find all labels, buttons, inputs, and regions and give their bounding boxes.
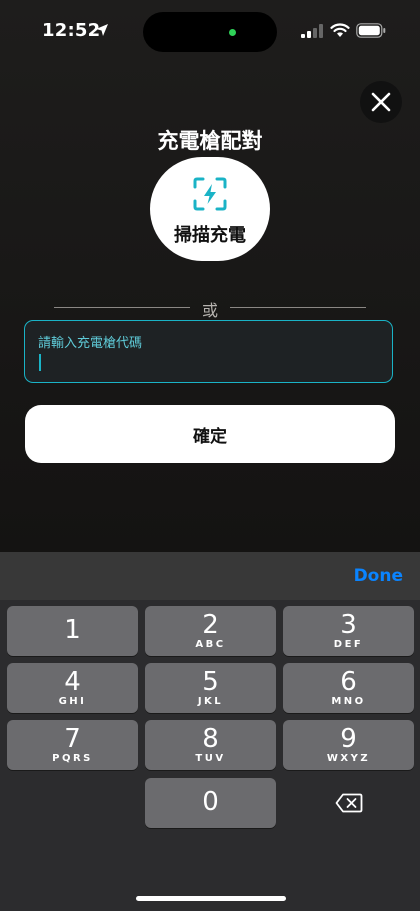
key-9[interactable]: 9 WXYZ (283, 720, 414, 770)
home-indicator (136, 896, 286, 901)
page-title: 充電槍配對 (157, 129, 263, 153)
key-digit: 7 (64, 724, 81, 754)
key-1[interactable]: 1 (7, 606, 138, 656)
key-letters: TUV (195, 753, 226, 764)
key-digit: 6 (340, 667, 357, 697)
scan-charger-button[interactable]: 掃描充電 (150, 157, 270, 261)
status-bar: 12:52 (0, 0, 420, 60)
key-letters: MNO (331, 696, 366, 707)
key-5[interactable]: 5 JKL (145, 663, 276, 713)
close-icon (371, 92, 391, 112)
keyboard-accessory-bar: Done (0, 552, 420, 600)
key-8[interactable]: 8 TUV (145, 720, 276, 770)
delete-key[interactable] (283, 778, 414, 828)
key-letters: PQRS (52, 753, 93, 764)
key-digit: 3 (340, 610, 357, 640)
camera-indicator-dot (229, 29, 236, 36)
charger-code-input[interactable]: 請輸入充電槍代碼 (24, 320, 393, 383)
key-digit: 1 (64, 615, 81, 645)
key-3[interactable]: 3 DEF (283, 606, 414, 656)
key-letters: ABC (195, 639, 226, 650)
delete-backspace-icon (335, 793, 362, 813)
key-letters: WXYZ (326, 753, 371, 764)
close-button[interactable] (360, 81, 402, 123)
location-arrow-icon (96, 24, 108, 36)
key-digit: 4 (64, 667, 81, 697)
done-button[interactable]: Done (354, 566, 403, 586)
key-letters: GHI (58, 696, 87, 707)
key-4[interactable]: 4 GHI (7, 663, 138, 713)
pairing-screen: 12:52 充電槍配對 掃描充電 或 請輸入充電槍代碼 確定 (0, 0, 420, 552)
key-digit: 2 (202, 610, 219, 640)
key-digit: 9 (340, 724, 357, 754)
text-caret (39, 354, 41, 371)
divider-line-right (230, 307, 366, 308)
key-0[interactable]: 0 (145, 778, 276, 828)
scan-bolt-icon (193, 177, 227, 211)
key-6[interactable]: 6 MNO (283, 663, 414, 713)
confirm-button[interactable]: 確定 (25, 405, 395, 463)
numeric-keyboard: Done 1 2 ABC 3 DEF 4 GHI 5 JKL 6 MNO 7 P… (0, 552, 420, 911)
key-digit: 5 (202, 667, 219, 697)
key-digit: 8 (202, 724, 219, 754)
charger-code-placeholder: 請輸入充電槍代碼 (38, 336, 143, 351)
key-2[interactable]: 2 ABC (145, 606, 276, 656)
status-time: 12:52 (42, 20, 101, 41)
key-7[interactable]: 7 PQRS (7, 720, 138, 770)
wifi-icon (330, 23, 350, 37)
key-letters: DEF (333, 639, 364, 650)
divider-line-left (54, 307, 190, 308)
battery-icon (356, 23, 386, 38)
scan-charger-label: 掃描充電 (174, 225, 246, 246)
signal-icon (301, 24, 323, 38)
key-letters: JKL (197, 696, 224, 707)
dynamic-island (143, 12, 277, 52)
key-digit: 0 (202, 787, 219, 817)
divider-or-text: 或 (201, 301, 218, 320)
